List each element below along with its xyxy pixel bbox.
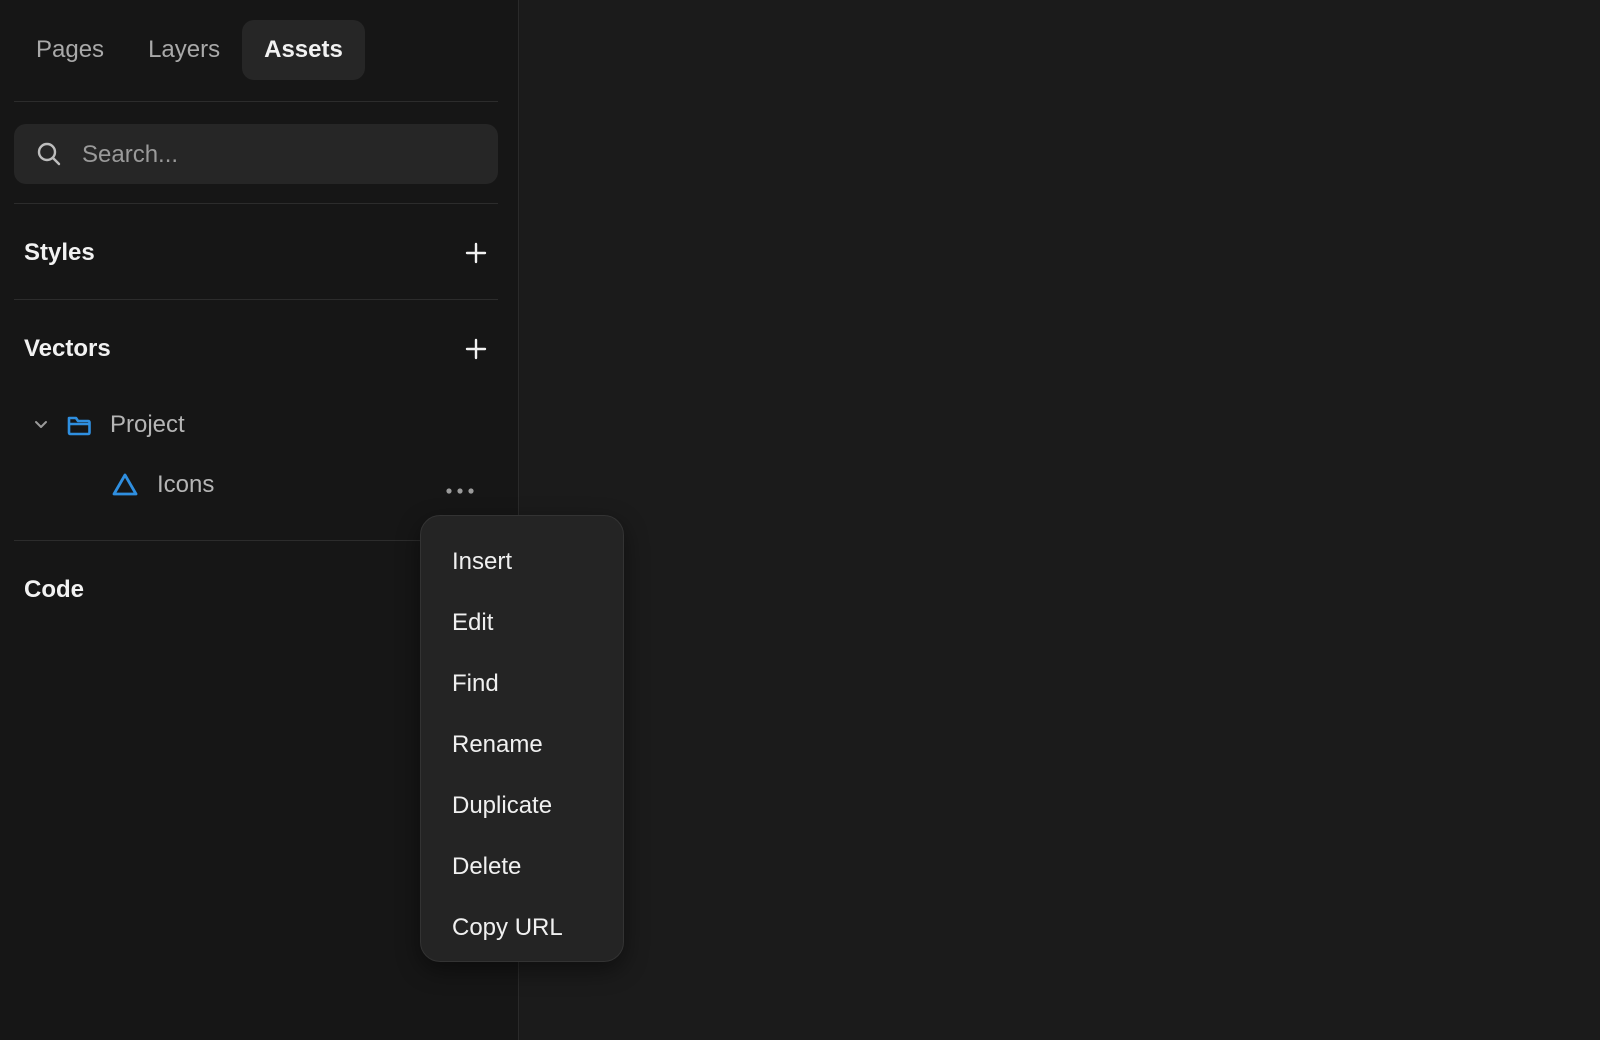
menu-item-find[interactable]: Find bbox=[421, 653, 623, 714]
menu-item-edit[interactable]: Edit bbox=[421, 592, 623, 653]
chevron-down-icon[interactable] bbox=[32, 416, 50, 434]
divider bbox=[14, 101, 498, 102]
styles-section-title: Styles bbox=[24, 239, 95, 266]
search-icon bbox=[37, 142, 61, 166]
search-box[interactable] bbox=[14, 124, 498, 186]
search-input[interactable] bbox=[80, 124, 484, 186]
menu-item-delete[interactable]: Delete bbox=[421, 836, 623, 897]
tree-item-label: Project bbox=[110, 411, 185, 438]
panel-tabs: Pages Layers Assets bbox=[14, 20, 365, 80]
add-vector-button[interactable] bbox=[462, 335, 490, 363]
add-style-button[interactable] bbox=[462, 239, 490, 267]
app-window: Pages Layers Assets Styles Vecto bbox=[0, 0, 1600, 1040]
tab-layers[interactable]: Layers bbox=[126, 20, 242, 80]
tree-item-icons[interactable]: Icons bbox=[111, 465, 214, 505]
tree-item-project[interactable]: Project bbox=[32, 405, 185, 445]
divider bbox=[14, 203, 498, 204]
tab-assets[interactable]: Assets bbox=[242, 20, 365, 80]
plus-icon bbox=[465, 242, 487, 264]
code-section-title: Code bbox=[24, 576, 84, 603]
menu-item-copy-url[interactable]: Copy URL bbox=[421, 897, 623, 958]
menu-item-duplicate[interactable]: Duplicate bbox=[421, 775, 623, 836]
menu-item-rename[interactable]: Rename bbox=[421, 714, 623, 775]
menu-item-insert[interactable]: Insert bbox=[421, 531, 623, 592]
divider bbox=[14, 299, 498, 300]
plus-icon bbox=[465, 338, 487, 360]
vectors-section-header: Vectors bbox=[24, 329, 490, 369]
canvas-area[interactable] bbox=[520, 0, 1600, 1040]
tree-item-label: Icons bbox=[157, 471, 215, 498]
styles-section-header: Styles bbox=[24, 233, 490, 273]
vectors-section-title: Vectors bbox=[24, 335, 111, 362]
more-options-button[interactable] bbox=[440, 476, 480, 506]
context-menu: Insert Edit Find Rename Duplicate Delete… bbox=[420, 515, 624, 962]
vector-set-icon bbox=[111, 471, 139, 499]
tab-pages[interactable]: Pages bbox=[14, 20, 126, 80]
folder-icon bbox=[66, 412, 92, 438]
more-horizontal-icon bbox=[446, 488, 474, 494]
